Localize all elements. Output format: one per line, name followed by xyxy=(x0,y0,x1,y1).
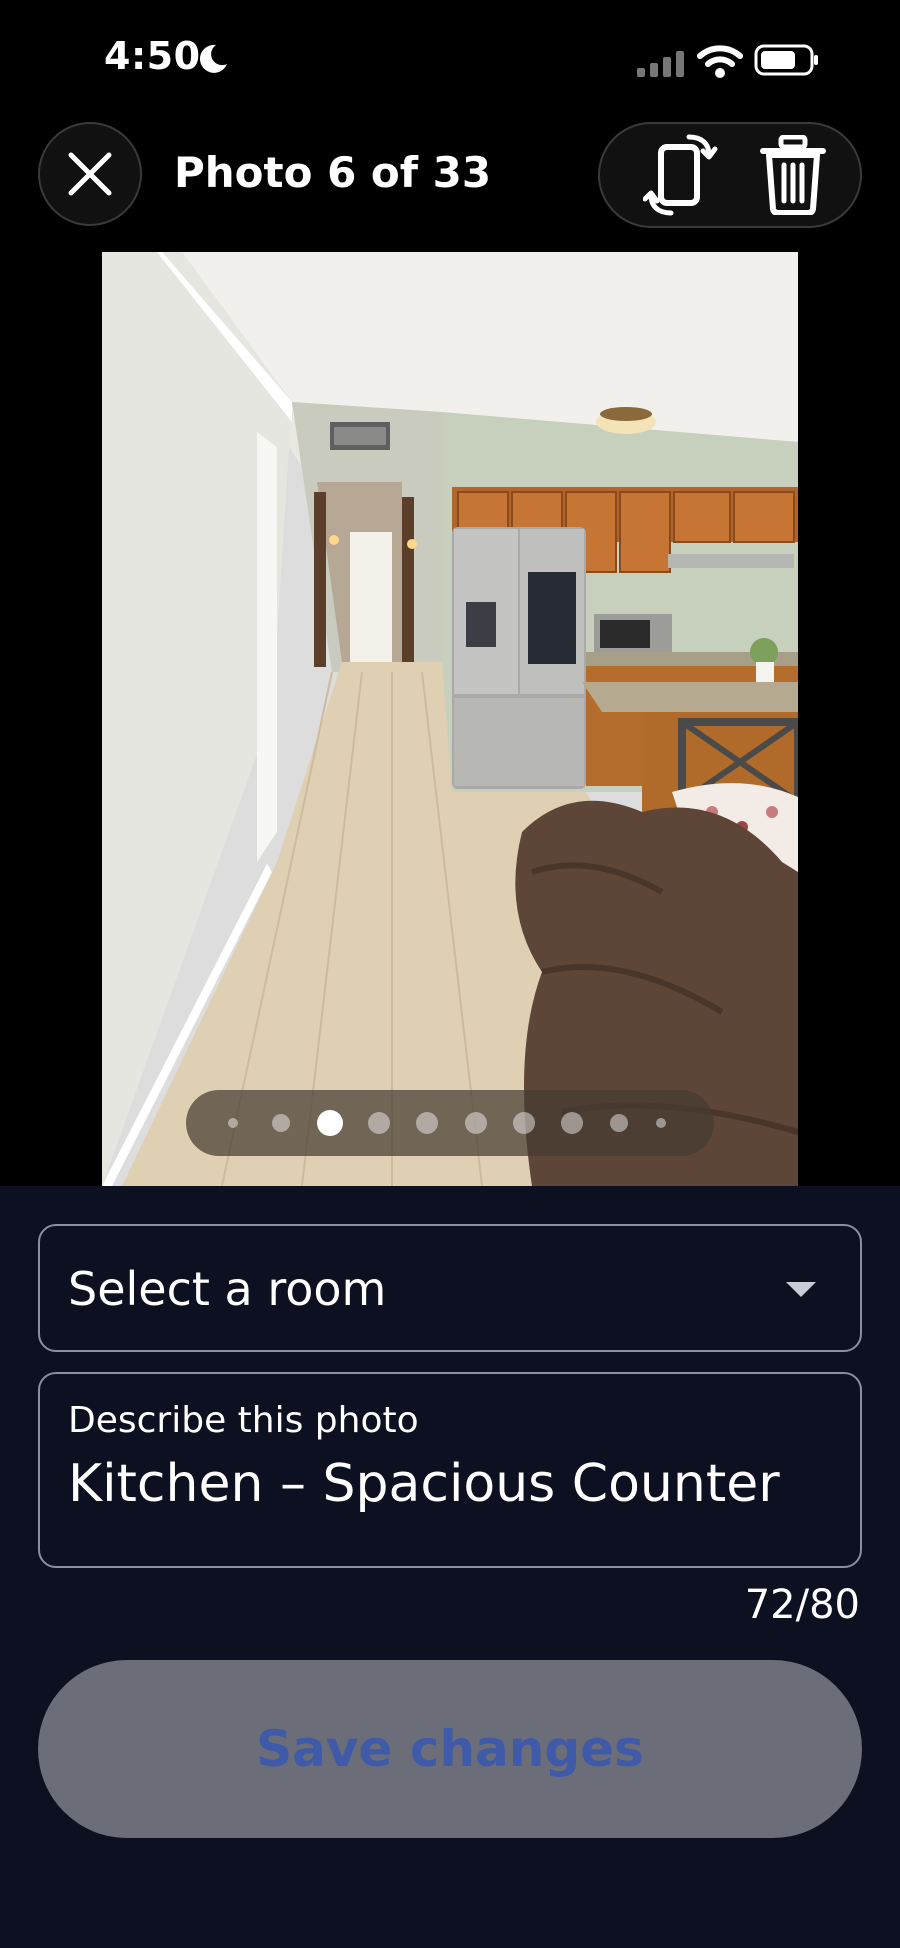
pager-dot[interactable] xyxy=(228,1118,238,1128)
interior-photo xyxy=(102,252,798,1186)
description-input[interactable]: Describe this photo Kitchen – Spacious C… xyxy=(38,1372,862,1568)
cellular-signal-icon xyxy=(637,51,684,77)
pager-dot-active[interactable] xyxy=(317,1110,343,1136)
pager-dot[interactable] xyxy=(610,1114,628,1132)
pager-dot[interactable] xyxy=(656,1118,666,1128)
moon-icon xyxy=(199,44,227,73)
rotate-button[interactable] xyxy=(636,130,726,220)
photo-editor-screen: 4:50 Photo 6 of 33 Select a room Describ… xyxy=(0,0,900,1948)
pager-dot[interactable] xyxy=(416,1112,438,1134)
battery-icon xyxy=(754,44,818,76)
trash-icon xyxy=(760,135,826,215)
pager-dot[interactable] xyxy=(368,1112,390,1134)
photo-actions xyxy=(598,122,862,228)
pager-dot[interactable] xyxy=(272,1114,290,1132)
pager-dot[interactable] xyxy=(465,1112,487,1134)
delete-button[interactable] xyxy=(748,130,838,220)
room-select[interactable]: Select a room xyxy=(38,1224,862,1352)
description-value[interactable]: Kitchen – Spacious Counter xyxy=(68,1454,780,1514)
photo-pager[interactable] xyxy=(186,1090,714,1156)
photo-details-panel: Select a room Describe this photo Kitche… xyxy=(0,1186,900,1948)
wifi-icon xyxy=(697,45,743,78)
character-counter: 72/80 xyxy=(744,1582,860,1628)
chevron-down-icon xyxy=(786,1282,816,1297)
room-select-value: Select a room xyxy=(68,1262,387,1316)
description-label: Describe this photo xyxy=(68,1400,419,1441)
photo-view[interactable] xyxy=(102,252,798,1186)
rotate-icon xyxy=(643,134,718,216)
save-button[interactable]: Save changes xyxy=(38,1660,862,1838)
close-button[interactable] xyxy=(38,122,142,226)
page-title: Photo 6 of 33 xyxy=(174,148,492,197)
close-icon xyxy=(68,152,112,196)
pager-dot[interactable] xyxy=(561,1112,583,1134)
pager-dot[interactable] xyxy=(513,1112,535,1134)
status-time: 4:50 xyxy=(104,34,201,78)
status-bar: 4:50 xyxy=(0,0,900,120)
